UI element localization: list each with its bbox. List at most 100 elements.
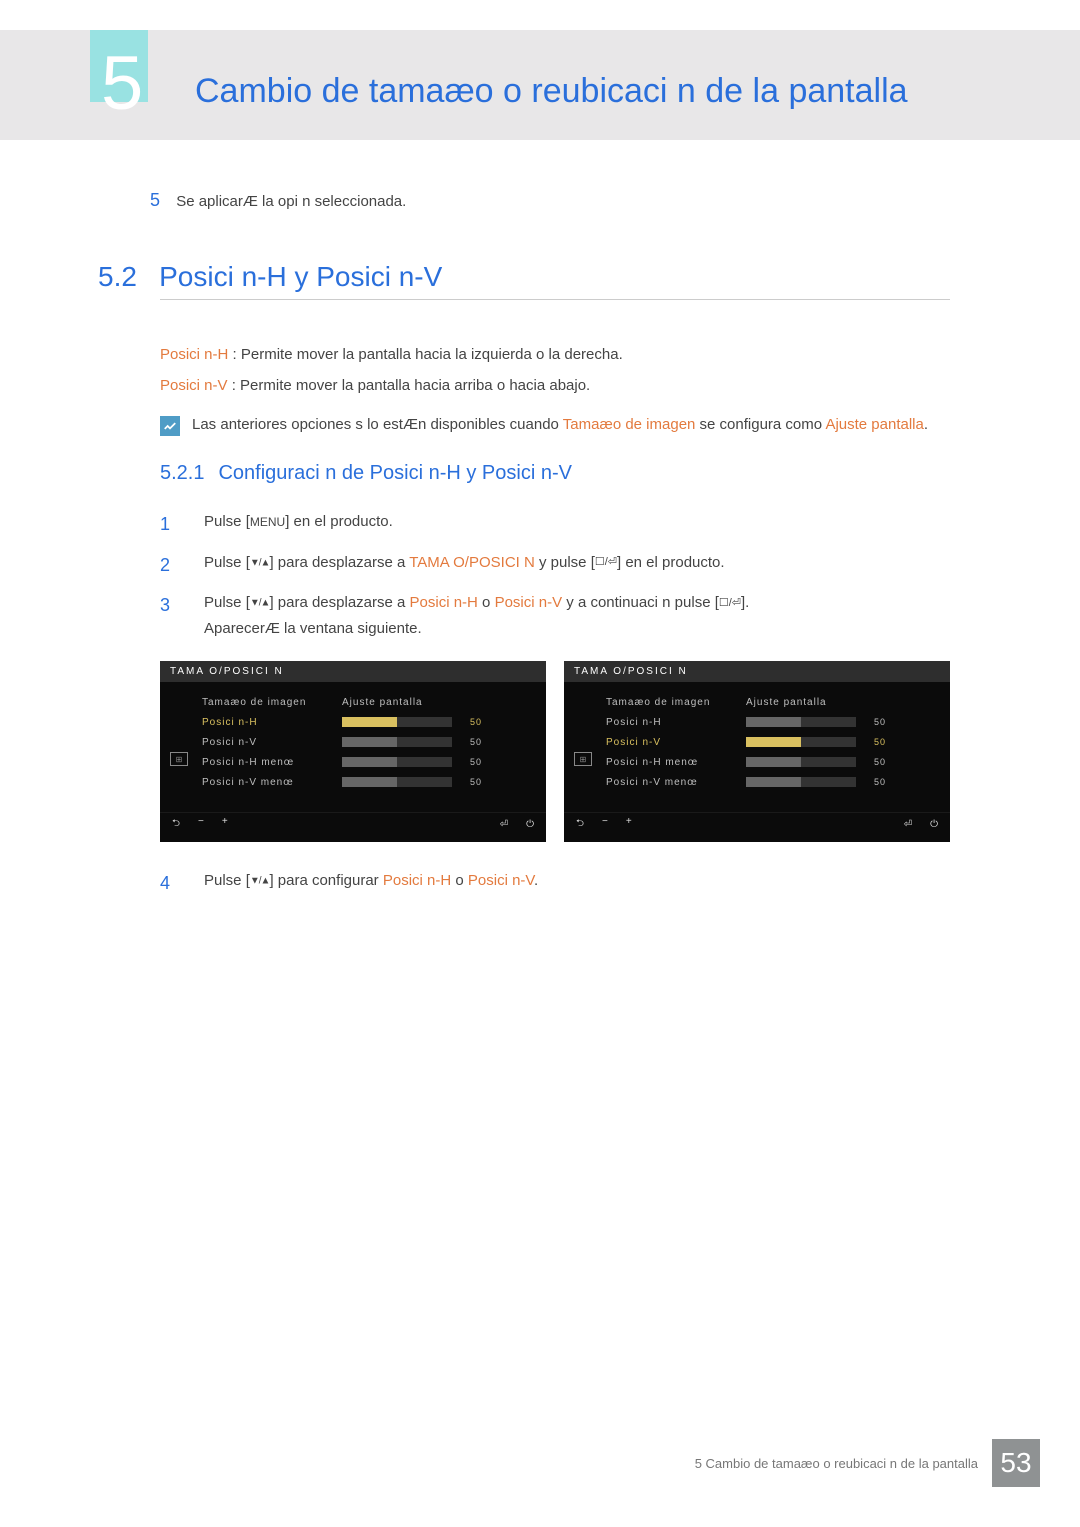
page-title: Cambio de tamaæo o reubicaci n de la pan… [195,69,908,113]
step-5-line: 5 Se aplicarÆ la opi n seleccionada. [150,190,960,211]
osd-item-highlight: Posici n-H 50 [202,712,534,732]
step-3-num: 3 [160,590,178,621]
note-mid: se configura como [695,416,825,433]
subsect-title: Configuraci n de Posici n-H y Posici n-V [218,462,571,485]
osd-label: Posici n-H [202,717,342,728]
osd-value: 50 [458,717,482,727]
osd-item: Posici n-H menœ 50 [606,752,938,772]
step-1-pre: Pulse [ [204,513,250,530]
osd-label: Posici n-H [606,717,746,728]
step-1-post: ] en el producto. [285,513,393,530]
step-3-or: o [478,594,495,611]
osd-value: 50 [862,717,886,727]
osd-aspect-icon [574,752,592,766]
osd-value: 50 [862,757,886,767]
osd-footer: ⮌ − + ⏎ ⏻ [160,812,546,834]
section-title: Posici n-H y Posici n-V [159,261,442,292]
step-2-post: ] en el producto. [617,554,725,571]
osd-right: TAMA O/POSICI N Tamaæo de imagen Ajuste … [564,661,950,842]
step-3-mid: ] para desplazarse a [269,594,409,611]
footer-text: 5 Cambio de tamaæo o reubicaci n de la p… [695,1456,978,1471]
osd-item: Posici n-H 50 [606,712,938,732]
osd-aspect-icon [170,752,188,766]
step-3-orange1: Posici n-H [410,594,478,611]
osd-plus-icon: + [222,816,228,833]
osd-value: 50 [862,777,886,787]
slider-icon [746,717,856,727]
osd-item: Tamaæo de imagen Ajuste pantalla [606,692,938,712]
step-3: 3 Pulse [▼/▲] para desplazarse a Posici … [160,590,960,641]
osd-item-highlight: Posici n-V 50 [606,732,938,752]
updown-icon: ▼/▲ [250,557,270,568]
osd-label: Tamaæo de imagen [202,697,342,708]
updown-icon: ▼/▲ [250,876,270,887]
slider-icon [342,737,452,747]
enter-icon: ☐/⏎ [595,553,617,572]
osd-power-icon: ⏻ [930,819,938,830]
def-posv-label: Posici n-V [160,377,228,394]
osd-enter-icon: ⏎ [500,819,508,830]
step-4-pre: Pulse [ [204,872,250,889]
osd-right-title: TAMA O/POSICI N [564,661,950,682]
step-2-mid: ] para desplazarse a [269,554,409,571]
osd-label: Posici n-H menœ [202,757,342,768]
step-3-orange2: Posici n-V [495,594,563,611]
osd-item: Posici n-V menœ 50 [606,772,938,792]
step-4-orange2: Posici n-V [468,872,534,889]
osd-left: TAMA O/POSICI N Tamaæo de imagen Ajuste … [160,661,546,842]
step-2-mid2: y pulse [ [535,554,595,571]
slider-icon [746,757,856,767]
osd-value: 50 [862,737,886,747]
osd-label: Posici n-V [606,737,746,748]
step-3-line2: AparecerÆ la ventana siguiente. [204,616,749,642]
osd-footer: ⮌ − + ⏎ ⏻ [564,812,950,834]
osd-item: Posici n-H menœ 50 [202,752,534,772]
osd-value: Ajuste pantalla [342,697,492,708]
step-4-orange1: Posici n-H [383,872,451,889]
note-text: Las anteriores opciones s lo estÆn dispo… [192,416,928,433]
enter-icon: ☐/⏎ [719,594,741,613]
osd-item: Posici n-V menœ 50 [202,772,534,792]
step-4: 4 Pulse [▼/▲] para configurar Posici n-H… [160,868,960,899]
step-5-text: Se aplicarÆ la opi n seleccionada. [176,193,406,210]
note-icon [160,416,180,436]
slider-icon [746,737,856,747]
step-2: 2 Pulse [▼/▲] para desplazarse a TAMA O/… [160,550,960,581]
note-row: Las anteriores opciones s lo estÆn dispo… [160,416,960,436]
osd-value: 50 [458,737,482,747]
osd-left-title: TAMA O/POSICI N [160,661,546,682]
osd-power-icon: ⏻ [526,819,534,830]
step-5-num: 5 [150,190,160,210]
step-3-mid2: y a continuaci n pulse [ [562,594,719,611]
step-4-post: . [534,872,538,889]
step-3-post: ]. [741,594,749,611]
slider-icon [342,757,452,767]
slider-icon [342,777,452,787]
note-post: . [924,416,928,433]
step-1: 1 Pulse [MENU] en el producto. [160,509,960,540]
subsection-heading: 5.2.1 Configuraci n de Posici n-H y Posi… [160,462,960,485]
header-band: 5 Cambio de tamaæo o reubicaci n de la p… [0,30,1080,140]
updown-icon: ▼/▲ [250,598,270,609]
step-3-pre: Pulse [ [204,594,250,611]
step-1-num: 1 [160,509,178,540]
def-posv: Posici n-V : Permite mover la pantalla h… [160,377,960,394]
step-2-pre: Pulse [ [204,554,250,571]
step-4-num: 4 [160,868,178,899]
menu-label: MENU [250,512,285,532]
osd-value: 50 [458,777,482,787]
section-rule [160,299,950,300]
osd-label: Posici n-V menœ [202,777,342,788]
def-posv-text: : Permite mover la pantalla hacia arriba… [228,377,591,394]
def-posh: Posici n-H : Permite mover la pantalla h… [160,346,960,363]
osd-label: Tamaæo de imagen [606,697,746,708]
page-footer: 5 Cambio de tamaæo o reubicaci n de la p… [695,1439,1040,1487]
osd-enter-icon: ⏎ [904,819,912,830]
step-2-num: 2 [160,550,178,581]
osd-row: TAMA O/POSICI N Tamaæo de imagen Ajuste … [160,661,960,842]
def-posh-label: Posici n-H [160,346,228,363]
osd-plus-icon: + [626,816,632,833]
section-heading: 5.2 Posici n-H y Posici n-V [98,261,960,306]
osd-back-icon: ⮌ [576,816,584,833]
osd-value: Ajuste pantalla [746,697,896,708]
